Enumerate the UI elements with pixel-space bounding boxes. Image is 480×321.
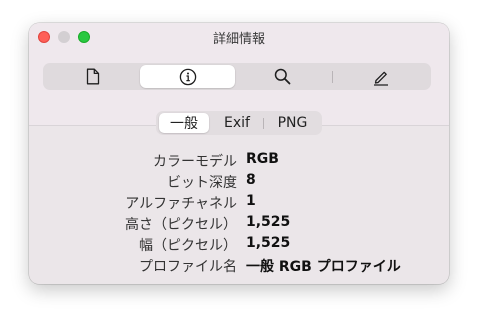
inspector-toolbar (43, 63, 431, 90)
info-label: 幅（ピクセル） (139, 238, 237, 254)
info-value: 一般 RGB プロファイル (246, 259, 401, 275)
info-row-profile-name: プロファイル名 一般 RGB プロファイル (29, 254, 449, 275)
info-value: 1,525 (246, 214, 291, 230)
tab-annotate[interactable] (333, 65, 428, 88)
info-icon (179, 68, 196, 85)
info-label: 高さ（ピクセル） (125, 217, 237, 233)
pencil-icon (373, 71, 388, 86)
info-label: カラーモデル (153, 154, 237, 170)
info-value: RGB (246, 151, 279, 167)
tab-divider (263, 118, 264, 129)
info-label: ビット深度 (167, 175, 237, 191)
info-value: 8 (246, 172, 256, 188)
info-value: 1,525 (246, 235, 291, 251)
search-icon (274, 68, 291, 85)
info-row-width: 幅（ピクセル） 1,525 (29, 233, 449, 254)
info-row-height: 高さ（ピクセル） 1,525 (29, 212, 449, 233)
tab-search[interactable] (235, 65, 330, 88)
info-value: 1 (246, 193, 256, 209)
info-label: アルファチャネル (125, 196, 237, 212)
info-row-color-model: カラーモデル RGB (29, 149, 449, 170)
document-icon (86, 68, 99, 85)
window-title: 詳細情報 (212, 32, 265, 47)
tab-png[interactable]: PNG (265, 113, 320, 133)
info-label: プロファイル名 (139, 259, 237, 275)
tab-file[interactable] (45, 65, 140, 88)
segmented-tabs: 一般 Exif PNG (156, 111, 322, 135)
info-row-alpha-channel: アルファチャネル 1 (29, 191, 449, 212)
tab-general[interactable]: 一般 (159, 113, 209, 133)
tab-info[interactable] (140, 65, 235, 88)
info-list: カラーモデル RGB ビット深度 8 アルファチャネル 1 高さ（ピクセル） 1… (29, 149, 449, 275)
info-row-bit-depth: ビット深度 8 (29, 170, 449, 191)
info-window: 詳細情報 一般 Exif PNG カラーモデル RGB ビット深度 8 アルファ… (29, 23, 449, 284)
tab-exif[interactable]: Exif (212, 113, 262, 133)
